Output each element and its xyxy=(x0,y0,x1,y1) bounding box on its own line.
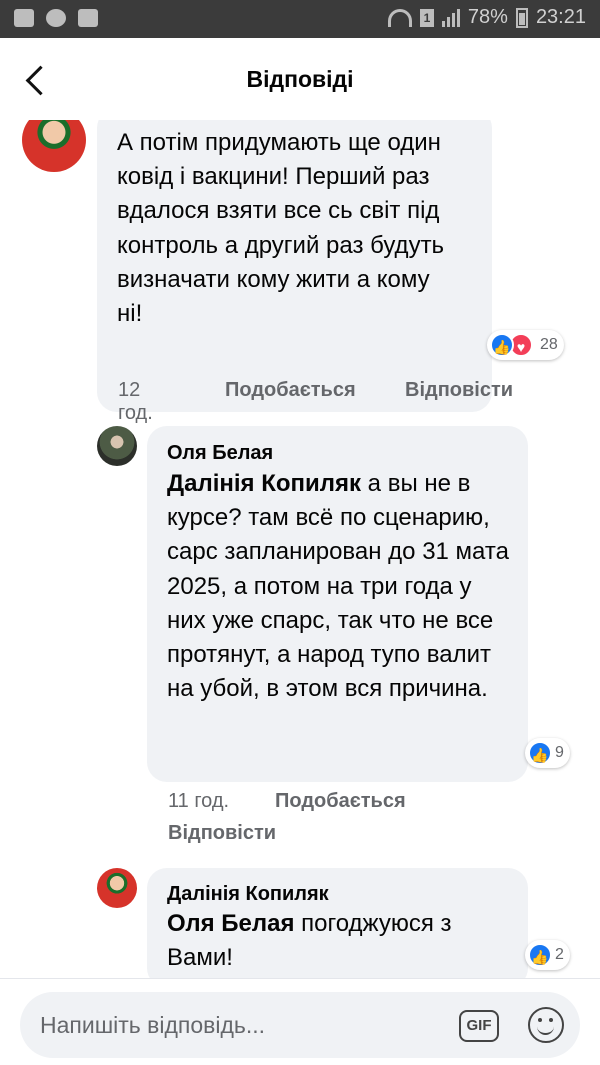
signal-icon xyxy=(441,8,460,27)
reaction-count: 28 xyxy=(540,336,558,353)
comment-bubble: Далінія Копиляк Оля Белая погоджуюся з В… xyxy=(147,868,528,988)
timestamp[interactable]: 11 год. xyxy=(168,790,229,813)
reply-button[interactable]: Відповісти xyxy=(168,822,276,845)
comment-author[interactable]: Оля Белая xyxy=(167,442,273,465)
comment-body: а вы не в курсе? там всё по сценарию, са… xyxy=(167,470,509,703)
battery-percent: 78% xyxy=(467,6,508,28)
replies-sheet: Відповіді А потім придумають ще один ков… xyxy=(0,38,600,1065)
page-title: Відповіді xyxy=(246,66,354,92)
reaction-count: 2 xyxy=(555,946,564,963)
shield-icon xyxy=(46,9,66,27)
notification-icons xyxy=(14,9,98,27)
comment-author[interactable]: Далінія Копиляк xyxy=(167,883,329,906)
comment-text: Далінія Копиляк а вы не в курсе? там всё… xyxy=(167,467,512,706)
battery-icon xyxy=(515,7,528,28)
reaction-count: 9 xyxy=(555,744,564,761)
reply-button[interactable]: Відповісти xyxy=(405,379,513,402)
reply-composer: GIF xyxy=(0,978,600,1065)
comment-bubble: А потім придумають ще один ковід і вакци… xyxy=(97,108,492,412)
thumbs-up-icon: 👍 xyxy=(490,333,514,357)
comment-text: А потім придумають ще один ковід і вакци… xyxy=(117,129,445,328)
sim-icon: 1 xyxy=(419,8,434,27)
comment-bubble: Оля Белая Далінія Копиляк а вы не в курс… xyxy=(147,426,528,782)
thumbs-up-icon: 👍 xyxy=(528,741,552,765)
image-icon xyxy=(14,9,34,27)
comment-text: Оля Белая погоджуюся з Вами! xyxy=(167,907,512,975)
clock: 23:21 xyxy=(535,6,586,28)
smiley-icon[interactable] xyxy=(528,1007,564,1043)
avatar[interactable] xyxy=(97,426,137,466)
system-icons: 1 78% 23:21 xyxy=(387,6,586,29)
header: Відповіді xyxy=(0,38,600,120)
like-button[interactable]: Подобається xyxy=(225,379,356,402)
timestamp[interactable]: 12 год. xyxy=(118,379,153,425)
thumbs-up-icon: 👍 xyxy=(528,943,552,967)
reaction-summary[interactable]: 👍 9 xyxy=(525,738,570,768)
gif-button[interactable]: GIF xyxy=(459,1010,499,1042)
avatar[interactable] xyxy=(97,868,137,908)
folder-icon xyxy=(78,9,98,27)
reaction-summary[interactable]: 👍 2 xyxy=(525,940,570,970)
reaction-summary[interactable]: 👍 ♥ 28 xyxy=(487,330,564,360)
mention-link[interactable]: Оля Белая xyxy=(167,910,294,937)
mention-link[interactable]: Далінія Копиляк xyxy=(167,470,361,497)
like-button[interactable]: Подобається xyxy=(275,790,406,813)
status-bar: 1 78% 23:21 xyxy=(0,0,600,38)
wifi-icon xyxy=(387,8,412,27)
